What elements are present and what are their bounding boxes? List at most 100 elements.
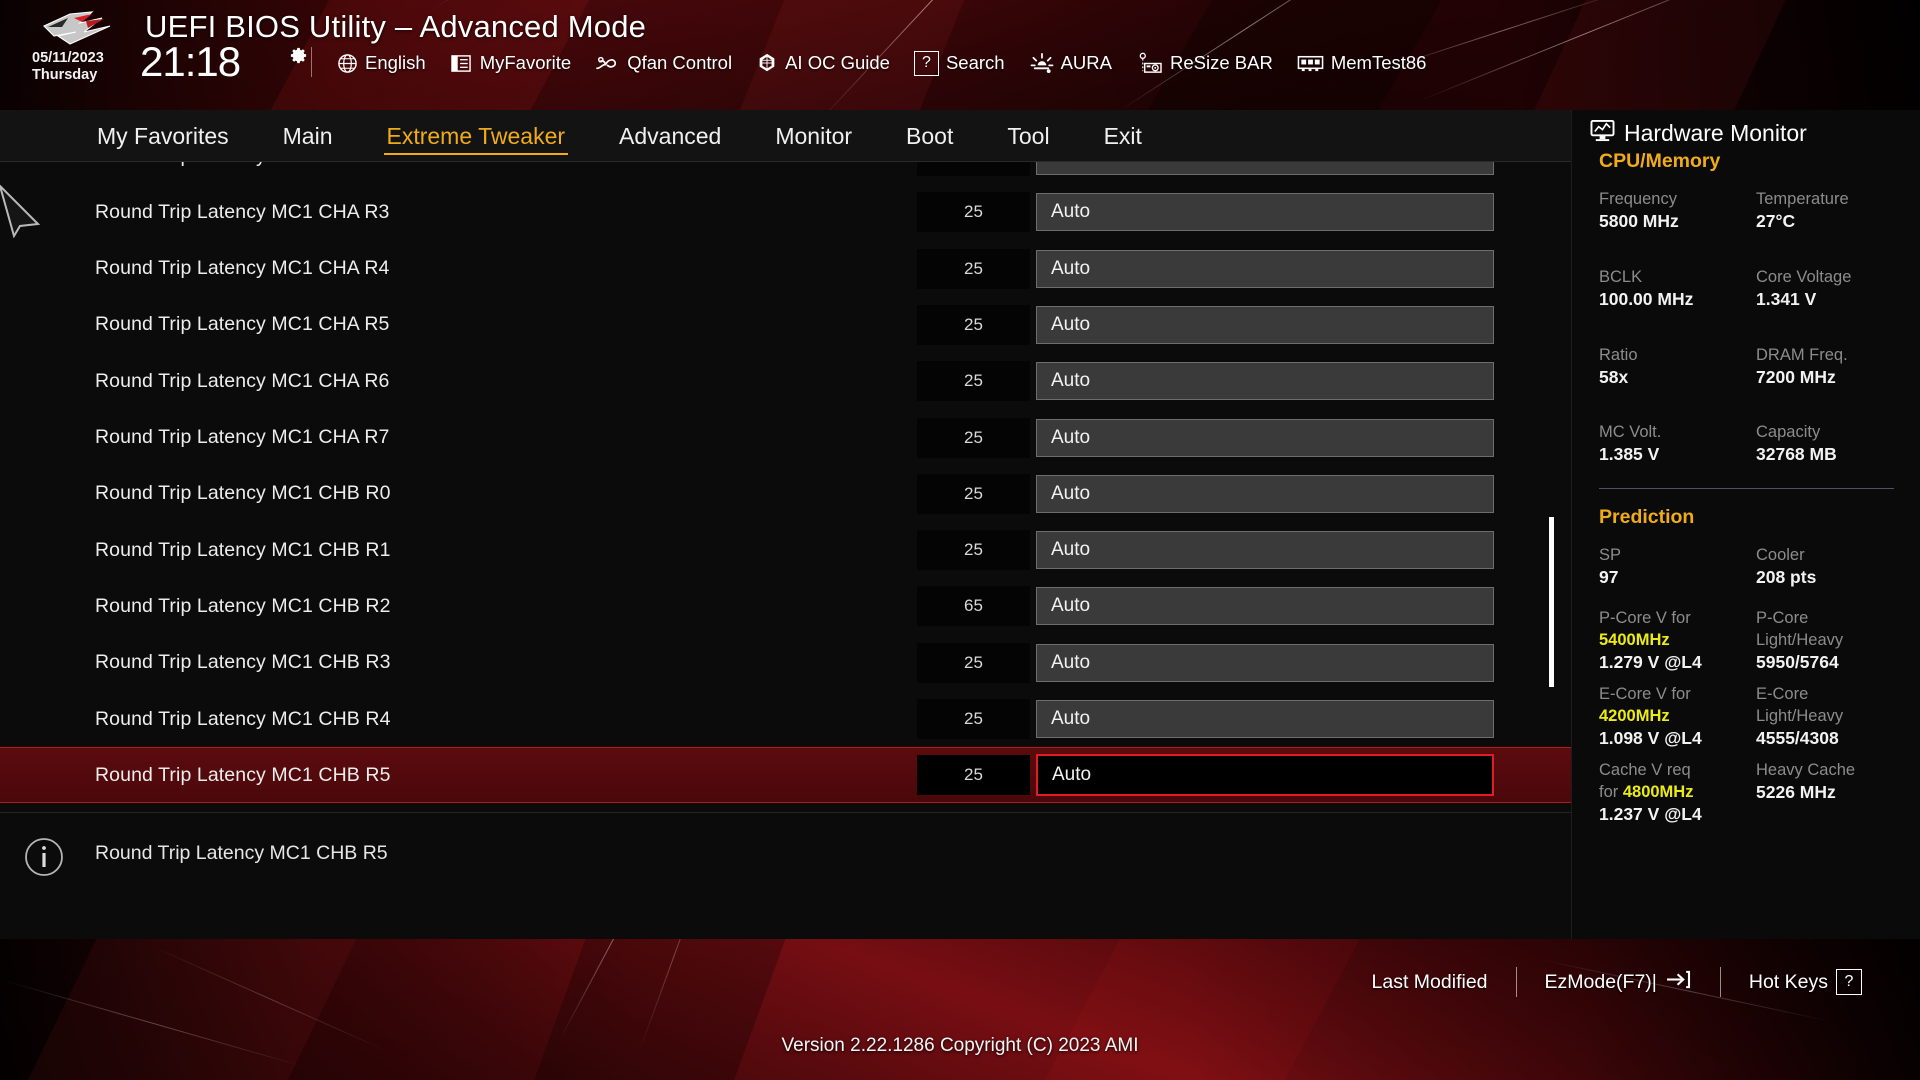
hw-value: 1.279 V @L4 bbox=[1599, 652, 1702, 672]
help-pane: Round Trip Latency MC1 CHB R5 bbox=[0, 812, 1571, 939]
header-tool-myfavorite[interactable]: MyFavorite bbox=[438, 52, 584, 74]
system-time: 21:18 bbox=[140, 38, 241, 85]
hw-value: 32768 MB bbox=[1756, 444, 1837, 464]
settings-list: Round Trip Latency MC1 CHA R270AutoRound… bbox=[0, 162, 1571, 812]
settings-row-value-field[interactable]: Auto bbox=[1036, 531, 1494, 570]
settings-row[interactable]: Round Trip Latency MC1 CHB R1 25 Auto bbox=[0, 522, 1571, 578]
settings-row-value-field[interactable]: Auto bbox=[1036, 700, 1494, 738]
hardware-monitor-panel: Hardware Monitor CPU/Memory Frequency 58… bbox=[1571, 110, 1920, 939]
hw-key: Core Voltage bbox=[1756, 268, 1852, 286]
settings-row-number: 25 bbox=[917, 361, 1030, 402]
hardware-monitor-title: Hardware Monitor bbox=[1590, 119, 1807, 148]
header-tool-memtest86[interactable]: MemTest86 bbox=[1285, 52, 1439, 74]
tab-main[interactable]: Main bbox=[256, 110, 360, 162]
aura-light-icon bbox=[1029, 52, 1054, 75]
settings-row-value-field[interactable]: Auto bbox=[1036, 474, 1494, 513]
hw-key: DRAM Freq. bbox=[1756, 346, 1848, 364]
gpu-icon bbox=[1136, 52, 1163, 75]
globe-icon bbox=[337, 53, 358, 74]
header-tool-search[interactable]: ? Search bbox=[902, 50, 1017, 76]
header-tool-english[interactable]: English bbox=[325, 52, 438, 74]
scrollbar-track[interactable] bbox=[1545, 162, 1555, 812]
settings-row[interactable]: Round Trip Latency MC1 CHA R2 70 Auto bbox=[0, 162, 1571, 184]
header-tool-ai-oc-guide[interactable]: AI OC Guide bbox=[744, 52, 902, 74]
settings-row[interactable]: Round Trip Latency MC1 CHA R5 25 Auto bbox=[0, 297, 1571, 353]
settings-row-value-field[interactable]: Auto bbox=[1036, 418, 1494, 457]
settings-row-number: 25 bbox=[917, 755, 1030, 796]
settings-row[interactable]: Round Trip Latency MC1 CHB R0 25 Auto bbox=[0, 466, 1571, 522]
settings-row-value-field[interactable]: Auto bbox=[1036, 193, 1494, 232]
footer-last-modified-button[interactable]: Last Modified bbox=[1344, 971, 1516, 994]
hw-value: 5226 MHz bbox=[1756, 782, 1836, 802]
hw-item-dram-freq: DRAM Freq. 7200 MHz bbox=[1756, 344, 1848, 389]
help-description: Round Trip Latency MC1 CHB R5 bbox=[95, 842, 388, 864]
settings-row-value-field[interactable]: Auto bbox=[1036, 162, 1494, 175]
settings-row-value-field[interactable]: Auto bbox=[1036, 249, 1494, 288]
tab-list: My Favorites Main Extreme Tweaker Advanc… bbox=[70, 110, 1169, 162]
settings-row-number: 25 bbox=[917, 699, 1030, 739]
hw-item-capacity: Capacity 32768 MB bbox=[1756, 421, 1837, 466]
tab-label: Monitor bbox=[775, 122, 853, 149]
tab-exit[interactable]: Exit bbox=[1077, 110, 1169, 162]
weekday-value: Thursday bbox=[32, 67, 98, 83]
settings-row-value-field[interactable]: Auto bbox=[1036, 587, 1494, 626]
settings-row-value-field[interactable]: Auto bbox=[1036, 362, 1494, 401]
settings-row-number: 65 bbox=[917, 586, 1030, 627]
tab-label: Main bbox=[282, 122, 333, 149]
tab-tool[interactable]: Tool bbox=[980, 110, 1076, 162]
gear-icon[interactable] bbox=[289, 46, 308, 65]
tab-my-favorites[interactable]: My Favorites bbox=[70, 110, 256, 162]
settings-row-selected[interactable]: Round Trip Latency MC1 CHB R5 25 Auto bbox=[0, 747, 1571, 804]
settings-row[interactable]: Round Trip Latency MC1 CHB R3 25 Auto bbox=[0, 635, 1571, 691]
hw-item-bclk: BCLK 100.00 MHz bbox=[1599, 266, 1693, 311]
footer-hotkeys-button[interactable]: Hot Keys ? bbox=[1721, 969, 1890, 995]
settings-row-value-field[interactable]: Auto bbox=[1036, 305, 1494, 344]
header-tool-qfan-control[interactable]: Qfan Control bbox=[583, 52, 744, 74]
settings-row-label: Round Trip Latency MC1 CHA R4 bbox=[95, 257, 390, 280]
hw-value: 100.00 MHz bbox=[1599, 289, 1694, 309]
tab-label: Extreme Tweaker bbox=[386, 122, 566, 149]
settings-row-label: Round Trip Latency MC1 CHA R3 bbox=[95, 200, 390, 223]
settings-row-label: Round Trip Latency MC1 CHA R5 bbox=[95, 313, 390, 336]
hw-item-heavy-cache: Heavy Cache 5226 MHz bbox=[1756, 759, 1855, 804]
hw-key: Light/Heavy bbox=[1756, 707, 1844, 725]
tab-boot[interactable]: Boot bbox=[879, 110, 980, 162]
header-tool-label: Qfan Control bbox=[627, 52, 733, 73]
tab-extreme-tweaker[interactable]: Extreme Tweaker bbox=[360, 110, 593, 162]
header-tool-aura[interactable]: AURA bbox=[1017, 52, 1124, 75]
hw-key: BCLK bbox=[1599, 268, 1643, 286]
main-navigation: My Favorites Main Extreme Tweaker Advanc… bbox=[0, 110, 1571, 162]
settings-row[interactable]: Round Trip Latency MC1 CHA R3 25 Auto bbox=[0, 184, 1571, 240]
hw-value: 58x bbox=[1599, 367, 1629, 387]
settings-row-value-field[interactable]: Auto bbox=[1036, 754, 1494, 797]
tab-label: My Favorites bbox=[97, 122, 229, 149]
settings-row[interactable]: Round Trip Latency MC1 CHA R6 25 Auto bbox=[0, 353, 1571, 409]
settings-row-label: Round Trip Latency MC1 CHA R7 bbox=[95, 426, 390, 448]
date-value: 05/11/2023 bbox=[32, 50, 104, 66]
favorites-icon bbox=[450, 54, 473, 73]
hw-item-temperature: Temperature 27°C bbox=[1756, 188, 1849, 233]
hw-key-highlight: 4800MHz bbox=[1622, 783, 1694, 801]
hw-item-cache-voltage: Cache V req for 4800MHz 1.237 V @L4 bbox=[1599, 759, 1702, 826]
tab-monitor[interactable]: Monitor bbox=[748, 110, 879, 162]
footer-item-label: Last Modified bbox=[1371, 970, 1488, 993]
hw-value: 5800 MHz bbox=[1599, 211, 1679, 231]
hw-item-ratio: Ratio 58x bbox=[1599, 344, 1638, 389]
header-tool-label: AI OC Guide bbox=[785, 52, 890, 73]
hw-value: 1.098 V @L4 bbox=[1599, 728, 1702, 748]
hw-item-ecore-voltage: E-Core V for 4200MHz 1.098 V @L4 bbox=[1599, 683, 1702, 750]
settings-row[interactable]: Round Trip Latency MC1 CHA R4 25 Auto bbox=[0, 241, 1571, 297]
tab-advanced[interactable]: Advanced bbox=[592, 110, 748, 162]
settings-row[interactable]: Round Trip Latency MC1 CHB R4 25 Auto bbox=[0, 691, 1571, 747]
footer-ezmode-button[interactable]: EzMode(F7)| bbox=[1517, 969, 1720, 996]
hw-item-core-voltage: Core Voltage 1.341 V bbox=[1756, 266, 1851, 311]
settings-row[interactable]: Round Trip Latency MC1 CHB R2 65 Auto bbox=[0, 578, 1571, 634]
tab-label: Advanced bbox=[619, 122, 722, 149]
settings-row[interactable]: Round Trip Latency MC1 CHA R7 25 Auto bbox=[0, 410, 1571, 466]
hw-key: SP bbox=[1599, 546, 1622, 564]
header-tool-resize-bar[interactable]: ReSize BAR bbox=[1124, 52, 1285, 75]
scrollbar-thumb[interactable] bbox=[1549, 517, 1554, 688]
hw-item-ecore-light-heavy: E-Core Light/Heavy 4555/4308 bbox=[1756, 683, 1843, 750]
settings-row-value-field[interactable]: Auto bbox=[1036, 643, 1494, 682]
ai-chip-icon bbox=[756, 52, 778, 74]
